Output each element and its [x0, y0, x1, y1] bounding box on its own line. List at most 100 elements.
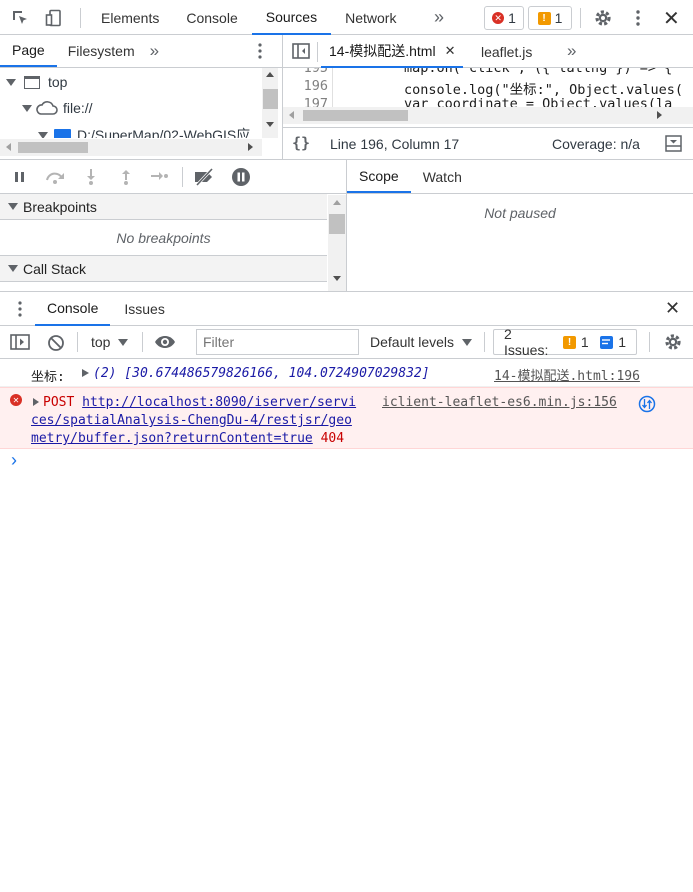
pause-on-exceptions-icon[interactable]: [231, 167, 251, 187]
code-editor[interactable]: 195 map.on("click", ({ latlng }) => { 19…: [283, 68, 693, 108]
pause-icon[interactable]: [13, 170, 27, 184]
scrollbar-thumb[interactable]: [18, 142, 88, 153]
kebab-menu-icon[interactable]: [258, 43, 262, 59]
tab-filesystem[interactable]: Filesystem: [57, 35, 146, 67]
coverage-panel-icon[interactable]: [665, 135, 682, 152]
step-icon[interactable]: [149, 169, 169, 183]
gear-icon[interactable]: [592, 7, 614, 29]
tree-item-file[interactable]: file://: [22, 100, 93, 116]
scrollbar-thumb[interactable]: [303, 110, 408, 121]
warning-count: 1: [554, 10, 563, 26]
console-error-message: ✕ POST http://localhost:8090/iserver/ser…: [0, 387, 693, 449]
line-number: 196: [303, 78, 328, 94]
eye-icon[interactable]: [154, 334, 176, 350]
toolbar-separator: [182, 167, 183, 187]
log-array-value[interactable]: (2) [30.674486579826166, 104.07249070298…: [93, 366, 430, 381]
scroll-right-arrow-icon[interactable]: [657, 111, 662, 119]
issues-counter[interactable]: 2 Issues: ! 1 1: [493, 326, 637, 358]
close-tab-icon[interactable]: ✕: [445, 43, 456, 59]
expand-arrow-icon[interactable]: [8, 203, 18, 210]
drawer-menu-icon[interactable]: [18, 301, 22, 317]
toolbar-separator-2: [580, 8, 581, 28]
error-url-1[interactable]: http://localhost:8090/iserver/servi: [82, 395, 356, 410]
kebab-menu-icon[interactable]: [630, 7, 646, 29]
tab-sources[interactable]: Sources: [251, 0, 332, 35]
scope-panel: Scope Watch Not paused: [347, 160, 693, 291]
expand-arrow-icon[interactable]: [22, 104, 32, 112]
error-counter[interactable]: ✕ 1: [484, 6, 524, 30]
tab-page[interactable]: Page: [0, 35, 57, 67]
gear-icon[interactable]: [663, 332, 683, 352]
warning-counter[interactable]: ! 1: [528, 6, 572, 30]
log-levels-label: Default levels: [370, 334, 455, 350]
step-into-icon[interactable]: [84, 168, 98, 186]
horizontal-scrollbar[interactable]: [0, 139, 262, 156]
expand-arrow-icon[interactable]: [8, 265, 18, 272]
tab-drawer-console[interactable]: Console: [35, 292, 111, 326]
issues-label: 2 Issues:: [504, 326, 549, 358]
tab-scope[interactable]: Scope: [347, 160, 411, 193]
context-selector[interactable]: top: [91, 332, 129, 352]
deactivate-breakpoints-icon[interactable]: [193, 168, 217, 186]
scrollbar-thumb[interactable]: [263, 89, 278, 109]
not-paused-text: Not paused: [484, 205, 556, 221]
vertical-scrollbar[interactable]: [262, 68, 278, 138]
toolbar-separator: [80, 8, 81, 28]
editor-status-bar: {} Line 196, Column 17 Coverage: n/a: [283, 127, 693, 159]
folder-icon: [54, 129, 71, 138]
more-tabs-icon[interactable]: »: [150, 41, 159, 61]
toolbar-separator: [317, 42, 318, 62]
scroll-down-arrow-icon[interactable]: [333, 276, 341, 281]
tree-item-folder[interactable]: D:/SuperMap/02-WebGIS应: [38, 125, 250, 138]
issues-info-count: 1: [618, 334, 627, 350]
editor-tab-leaflet[interactable]: leaflet.js: [473, 35, 540, 68]
tab-network[interactable]: Network: [331, 0, 410, 35]
console-toolbar: top Default levels 2 Issues: ! 1 1: [0, 326, 693, 359]
callstack-header[interactable]: Call Stack: [0, 256, 327, 282]
scroll-right-arrow-icon[interactable]: [248, 143, 253, 151]
toolbar-separator: [649, 332, 650, 352]
tab-watch[interactable]: Watch: [411, 160, 474, 193]
editor-tab-html[interactable]: 14-模拟配送.html ✕: [321, 35, 464, 68]
toggle-navigator-icon[interactable]: [292, 43, 310, 59]
console-log-message: 坐标: (2) [30.674486579826166, 104.0724907…: [0, 359, 693, 387]
scroll-up-arrow-icon[interactable]: [333, 200, 341, 205]
expand-arrow-icon[interactable]: [38, 131, 48, 138]
expand-arrow-icon[interactable]: [6, 78, 16, 86]
device-toolbar-icon[interactable]: [44, 8, 64, 28]
editor-tab-label: leaflet.js: [481, 43, 533, 60]
inspect-element-icon[interactable]: [10, 8, 30, 28]
show-sidebar-icon[interactable]: [10, 334, 30, 350]
breakpoints-header[interactable]: Breakpoints: [0, 194, 327, 220]
console-prompt[interactable]: ›: [0, 449, 693, 475]
sidebar-vertical-scrollbar[interactable]: [328, 195, 346, 291]
expand-arrow-icon[interactable]: [82, 369, 89, 377]
error-source-link[interactable]: iclient-leaflet-es6.min.js:156: [382, 395, 617, 410]
tab-drawer-issues[interactable]: Issues: [110, 292, 178, 326]
step-over-icon[interactable]: [44, 169, 68, 185]
step-out-icon[interactable]: [119, 168, 133, 186]
tree-item-top[interactable]: top: [6, 74, 67, 90]
line-code: map.on("click", ({ latlng }) => {: [404, 68, 673, 76]
tab-console[interactable]: Console: [172, 0, 251, 35]
error-text: POST http://localhost:8090/iserver/servi…: [31, 394, 381, 448]
scroll-down-arrow-icon[interactable]: [266, 122, 274, 127]
scroll-up-arrow-icon[interactable]: [266, 72, 274, 77]
error-url-3[interactable]: metry/buffer.json?returnContent=true: [31, 431, 313, 446]
pretty-print-button[interactable]: {}: [292, 134, 310, 152]
editor-horizontal-scrollbar[interactable]: [283, 107, 693, 124]
scroll-left-arrow-icon[interactable]: [289, 111, 294, 119]
more-tabs-icon[interactable]: »: [434, 7, 444, 28]
error-url-2[interactable]: ces/spatialAnalysis-ChengDu-4/restjsr/ge…: [31, 413, 352, 428]
log-levels-dropdown[interactable]: Default levels: [370, 332, 473, 352]
clear-console-icon[interactable]: [47, 334, 65, 352]
more-tabs-icon[interactable]: »: [567, 41, 576, 61]
close-icon[interactable]: ✕: [663, 6, 680, 31]
tab-elements[interactable]: Elements: [88, 0, 172, 35]
log-source-link[interactable]: 14-模拟配送.html:196: [494, 365, 640, 384]
scroll-left-arrow-icon[interactable]: [6, 143, 11, 151]
filter-input[interactable]: [196, 329, 359, 355]
network-request-icon[interactable]: [638, 395, 656, 413]
close-drawer-icon[interactable]: ✕: [665, 298, 680, 319]
scrollbar-thumb[interactable]: [329, 214, 345, 234]
